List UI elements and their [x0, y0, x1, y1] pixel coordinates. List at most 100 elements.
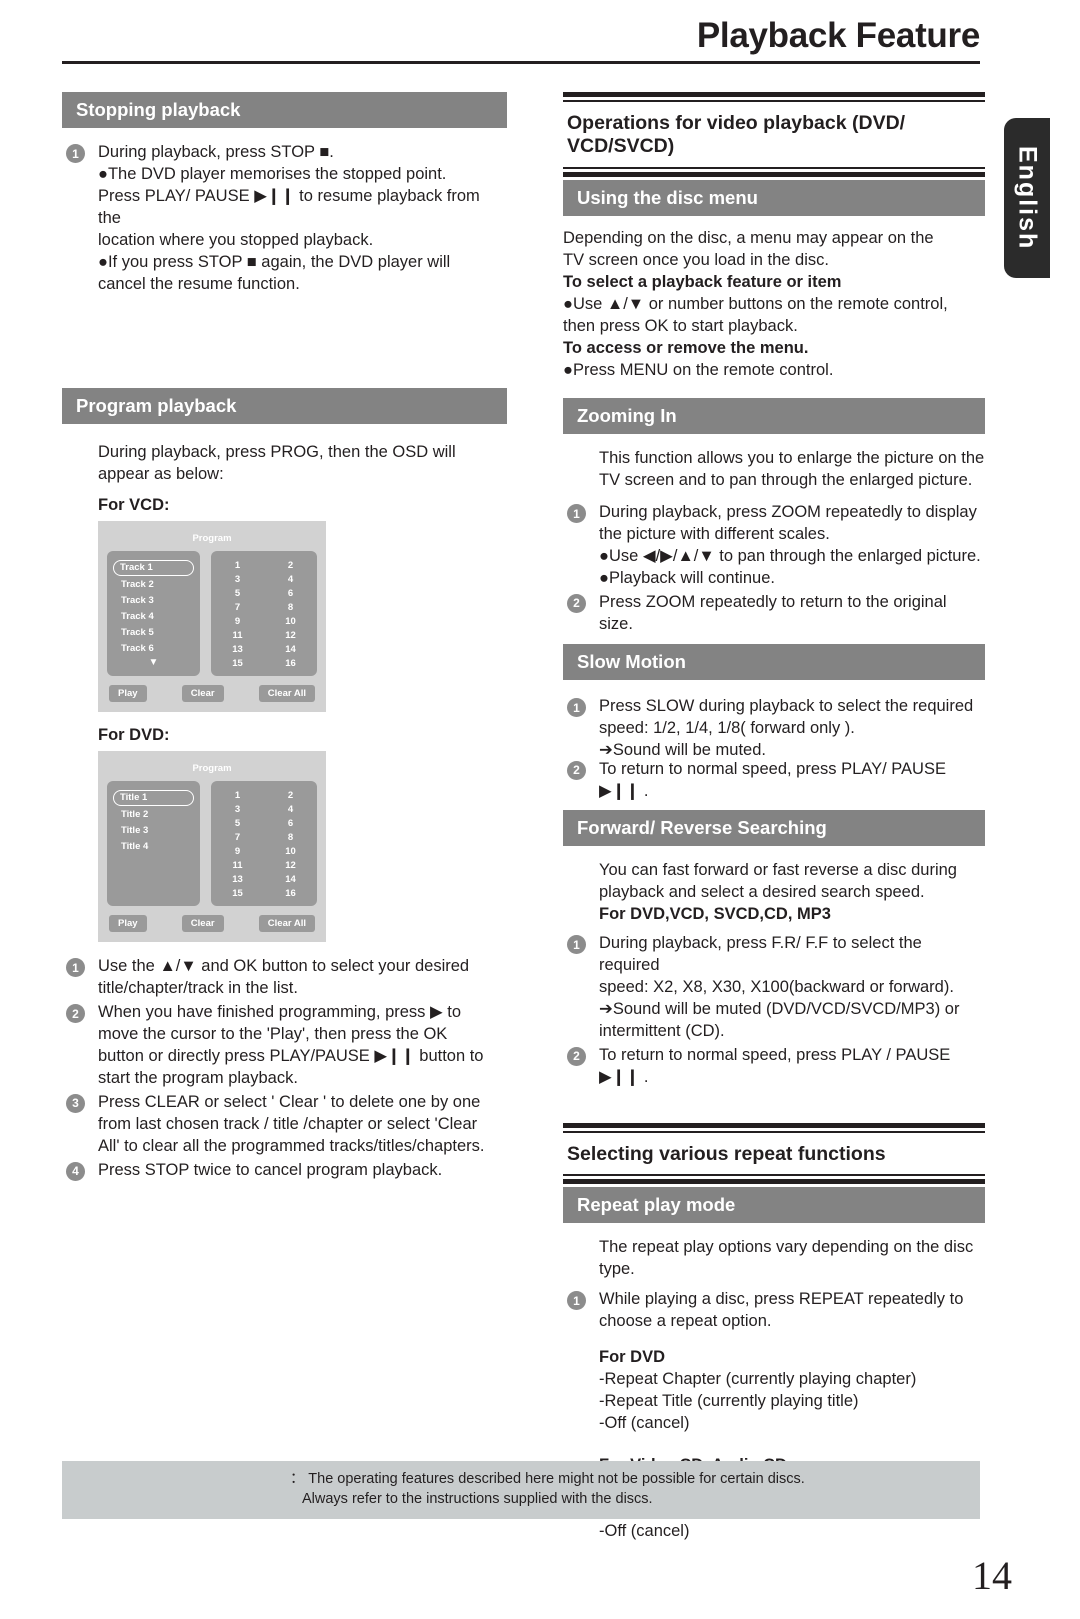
- step-number: 1: [567, 698, 586, 718]
- body-line: TV screen once you load in the disc.: [563, 251, 829, 270]
- osd-slot[interactable]: 13: [211, 644, 264, 655]
- osd-clear-all-button[interactable]: Clear All: [258, 915, 315, 933]
- osd-clear-button[interactable]: Clear: [181, 685, 224, 703]
- osd-play-button[interactable]: Play: [109, 685, 147, 703]
- osd-slot[interactable]: 6: [264, 818, 317, 829]
- option-line: -Repeat Chapter (currently playing chapt…: [599, 1370, 917, 1389]
- osd-slot[interactable]: 8: [264, 602, 317, 613]
- osd-slot[interactable]: 3: [211, 804, 264, 815]
- section-heading-repeat-functions: Selecting various repeat functions: [567, 1142, 886, 1165]
- title-rule: [62, 60, 980, 64]
- step-line: During playback, press ZOOM repeatedly t…: [599, 503, 977, 522]
- intro-line: appear as below:: [98, 465, 224, 484]
- osd-slot[interactable]: 14: [264, 874, 317, 885]
- osd-number-grid[interactable]: 1 2 3 4 5 6 7 8 9 10 11 12 13 14 15 16: [210, 551, 317, 677]
- osd-slot[interactable]: 5: [211, 818, 264, 829]
- osd-slot[interactable]: 10: [264, 846, 317, 857]
- osd-slot[interactable]: 12: [264, 630, 317, 641]
- osd-slot[interactable]: 4: [264, 804, 317, 815]
- body-line-bold: For DVD,VCD, SVCD,CD, MP3: [599, 905, 831, 924]
- step-line: Use the ▲/▼ and OK button to select your…: [98, 957, 470, 976]
- osd-list-item[interactable]: Track 5: [113, 625, 194, 641]
- osd-screen-vcd: Program Track 1 Track 2 Track 3 Track 4 …: [98, 521, 326, 713]
- osd-list-item-selected[interactable]: Track 1: [113, 560, 194, 577]
- osd-slot[interactable]: 13: [211, 874, 264, 885]
- osd-track-list[interactable]: Track 1 Track 2 Track 3 Track 4 Track 5 …: [107, 551, 200, 677]
- osd-list-item-selected[interactable]: Title 1: [113, 790, 194, 807]
- osd-title: Program: [192, 763, 232, 775]
- osd-slot[interactable]: 8: [264, 832, 317, 843]
- step-line: During playback, press STOP ■.: [98, 143, 334, 162]
- body-line-bold: To select a playback feature or item: [563, 273, 842, 292]
- osd-slot[interactable]: 10: [264, 616, 317, 627]
- osd-slot[interactable]: 9: [211, 616, 264, 627]
- osd-list-item[interactable]: Track 2: [113, 577, 194, 593]
- osd-slot[interactable]: 12: [264, 860, 317, 871]
- option-line: -Off (cancel): [599, 1413, 690, 1432]
- step-line: Press ZOOM repeatedly to return to the o…: [599, 592, 947, 633]
- step-line: start the program playback.: [98, 1068, 298, 1087]
- step-line: Press CLEAR or select ' Clear ' to delet…: [98, 1092, 481, 1111]
- osd-slot[interactable]: 9: [211, 846, 264, 857]
- osd-slot[interactable]: 1: [211, 790, 264, 801]
- list-item: 1 While playing a disc, press REPEAT rep…: [563, 1289, 985, 1333]
- left-column: Stopping playback 1 During playback, pre…: [62, 92, 507, 1182]
- osd-clear-all-button[interactable]: Clear All: [258, 685, 315, 703]
- program-playback-intro: During playback, press PROG, then the OS…: [62, 442, 507, 486]
- osd-list-item[interactable]: Track 3: [113, 593, 194, 609]
- osd-slot[interactable]: 4: [264, 574, 317, 585]
- step-line: title/chapter/track in the list.: [98, 979, 298, 998]
- osd-slot[interactable]: 16: [264, 888, 317, 899]
- osd-list-item[interactable]: Track 4: [113, 609, 194, 625]
- osd-slot[interactable]: 5: [211, 588, 264, 599]
- repeat-options-dvd: For DVD -Repeat Chapter (currently playi…: [563, 1347, 985, 1435]
- step-number: 1: [567, 1291, 586, 1311]
- osd-slot[interactable]: 7: [211, 602, 264, 613]
- osd-slot[interactable]: 1: [211, 560, 264, 571]
- osd-slot[interactable]: 6: [264, 588, 317, 599]
- step-line: While playing a disc, press REPEAT repea…: [599, 1290, 964, 1309]
- osd-number-grid[interactable]: 1 2 3 4 5 6 7 8 9 10 11 12 13 14 15 16: [210, 781, 317, 907]
- step-line: Press SLOW during playback to select the…: [599, 697, 974, 716]
- osd-list-item[interactable]: Title 4: [113, 839, 194, 855]
- osd-slot[interactable]: 14: [264, 644, 317, 655]
- osd-slot[interactable]: 16: [264, 658, 317, 669]
- step-line: ●Use ◀/▶/▲/▼ to pan through the enlarged…: [599, 546, 981, 565]
- body-line: ●Use ▲/▼ or number buttons on the remote…: [563, 295, 948, 314]
- chevron-down-icon[interactable]: ▼: [113, 657, 194, 668]
- osd-slot[interactable]: 15: [211, 658, 264, 669]
- body-line: Depending on the disc, a menu may appear…: [563, 229, 934, 248]
- osd-slot[interactable]: 11: [211, 860, 264, 871]
- osd-slot[interactable]: 15: [211, 888, 264, 899]
- osd-slot[interactable]: 3: [211, 574, 264, 585]
- osd-clear-button[interactable]: Clear: [181, 915, 224, 933]
- step-line: ➔Sound will be muted (DVD/VCD/SVCD/MP3) …: [599, 999, 960, 1018]
- step-line: location where you stopped playback.: [98, 231, 374, 250]
- osd-slot[interactable]: 7: [211, 832, 264, 843]
- osd-list-item[interactable]: Title 2: [113, 807, 194, 823]
- zooming-body: This function allows you to enlarge the …: [563, 448, 985, 636]
- osd-list-item[interactable]: Track 6: [113, 641, 194, 657]
- osd-slot[interactable]: 2: [264, 560, 317, 571]
- rule: [563, 1178, 985, 1184]
- step-line: intermittent (CD).: [599, 1021, 725, 1040]
- list-item: 1 Press SLOW during playback to select t…: [563, 696, 985, 762]
- step-number: 2: [567, 593, 586, 613]
- body-line: The repeat play options vary depending o…: [599, 1238, 974, 1257]
- language-tab-label: English: [1013, 145, 1042, 251]
- body-line: then press OK to start playback.: [563, 316, 798, 335]
- osd-slot[interactable]: 11: [211, 630, 264, 641]
- step-number: 1: [66, 144, 85, 164]
- osd-list-item[interactable]: Title 3: [113, 823, 194, 839]
- list-item: 1 During playback, press ZOOM repeatedly…: [563, 502, 985, 590]
- step-number: 1: [567, 935, 586, 955]
- osd-play-button[interactable]: Play: [109, 915, 147, 933]
- osd-title-list[interactable]: Title 1 Title 2 Title 3 Title 4: [107, 781, 200, 907]
- step-number: 2: [66, 1004, 85, 1024]
- osd-slot[interactable]: 2: [264, 790, 317, 801]
- rule: [563, 1122, 985, 1128]
- searching-body: You can fast forward or fast reverse a d…: [563, 860, 985, 1088]
- list-item: 3 Press CLEAR or select ' Clear ' to del…: [62, 1092, 507, 1158]
- step-line: speed: 1/2, 1/4, 1/8( forward only ).: [599, 719, 855, 738]
- body-line: TV screen and to pan through the enlarge…: [599, 471, 973, 490]
